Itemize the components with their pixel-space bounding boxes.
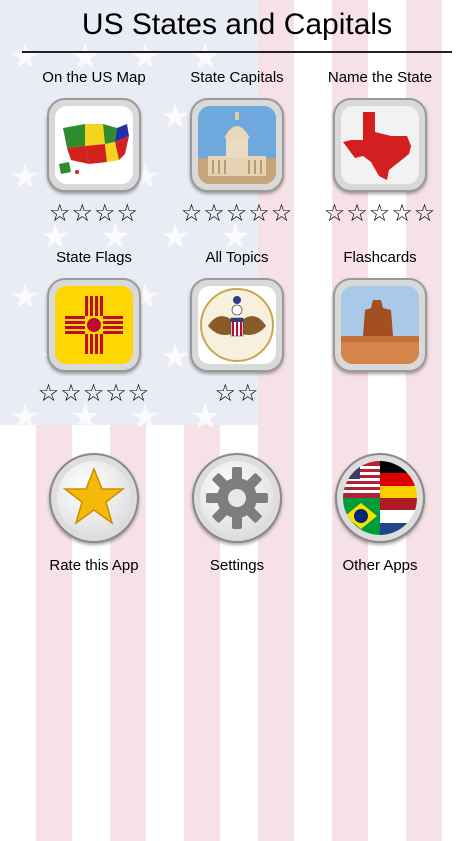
rating-stars: ☆☆☆☆ [48,200,140,227]
topic-state-capitals[interactable]: State Capitals ☆☆☆☆☆ [162,68,312,226]
settings-button[interactable]: Settings [162,453,312,574]
rating-stars: ☆☆ [214,380,260,407]
capitol-building-icon[interactable] [190,98,284,192]
app-title: US States and Capitals [81,8,393,41]
topic-label: Flashcards [343,249,417,266]
topic-label: State Flags [56,249,132,266]
action-label: Settings [209,557,265,574]
action-label: Other Apps [342,557,418,574]
rate-app-button[interactable]: Rate this App [19,453,169,574]
topic-flashcards[interactable]: Flashcards [305,248,455,372]
topic-label: On the US Map [42,69,146,86]
us-map-icon[interactable] [47,98,141,192]
rating-stars: ☆☆☆☆☆ [180,200,294,227]
topic-label: All Topics [205,249,269,266]
action-label: Rate this App [49,557,139,574]
topic-on-the-us-map[interactable]: On the US Map ☆☆☆☆ [19,68,169,226]
star-icon[interactable] [49,453,139,543]
world-flags-icon[interactable] [335,453,425,543]
rating-stars: ☆☆☆☆☆ [323,200,437,227]
topic-name-the-state[interactable]: Name the State ☆☆☆☆☆ [305,68,455,226]
great-seal-icon[interactable] [190,278,284,372]
monument-valley-icon[interactable] [333,278,427,372]
gear-icon[interactable] [192,453,282,543]
new-mexico-flag-icon[interactable] [47,278,141,372]
title-divider [22,51,452,53]
topic-label: Name the State [327,69,433,86]
topic-state-flags[interactable]: State Flags ☆☆☆☆☆ [19,248,169,406]
topic-all-topics[interactable]: All Topics ☆☆ [162,248,312,406]
rating-stars: ☆☆☆☆☆ [37,380,151,407]
topic-label: State Capitals [190,69,284,86]
texas-shape-icon[interactable] [333,98,427,192]
other-apps-button[interactable]: Other Apps [305,453,455,574]
